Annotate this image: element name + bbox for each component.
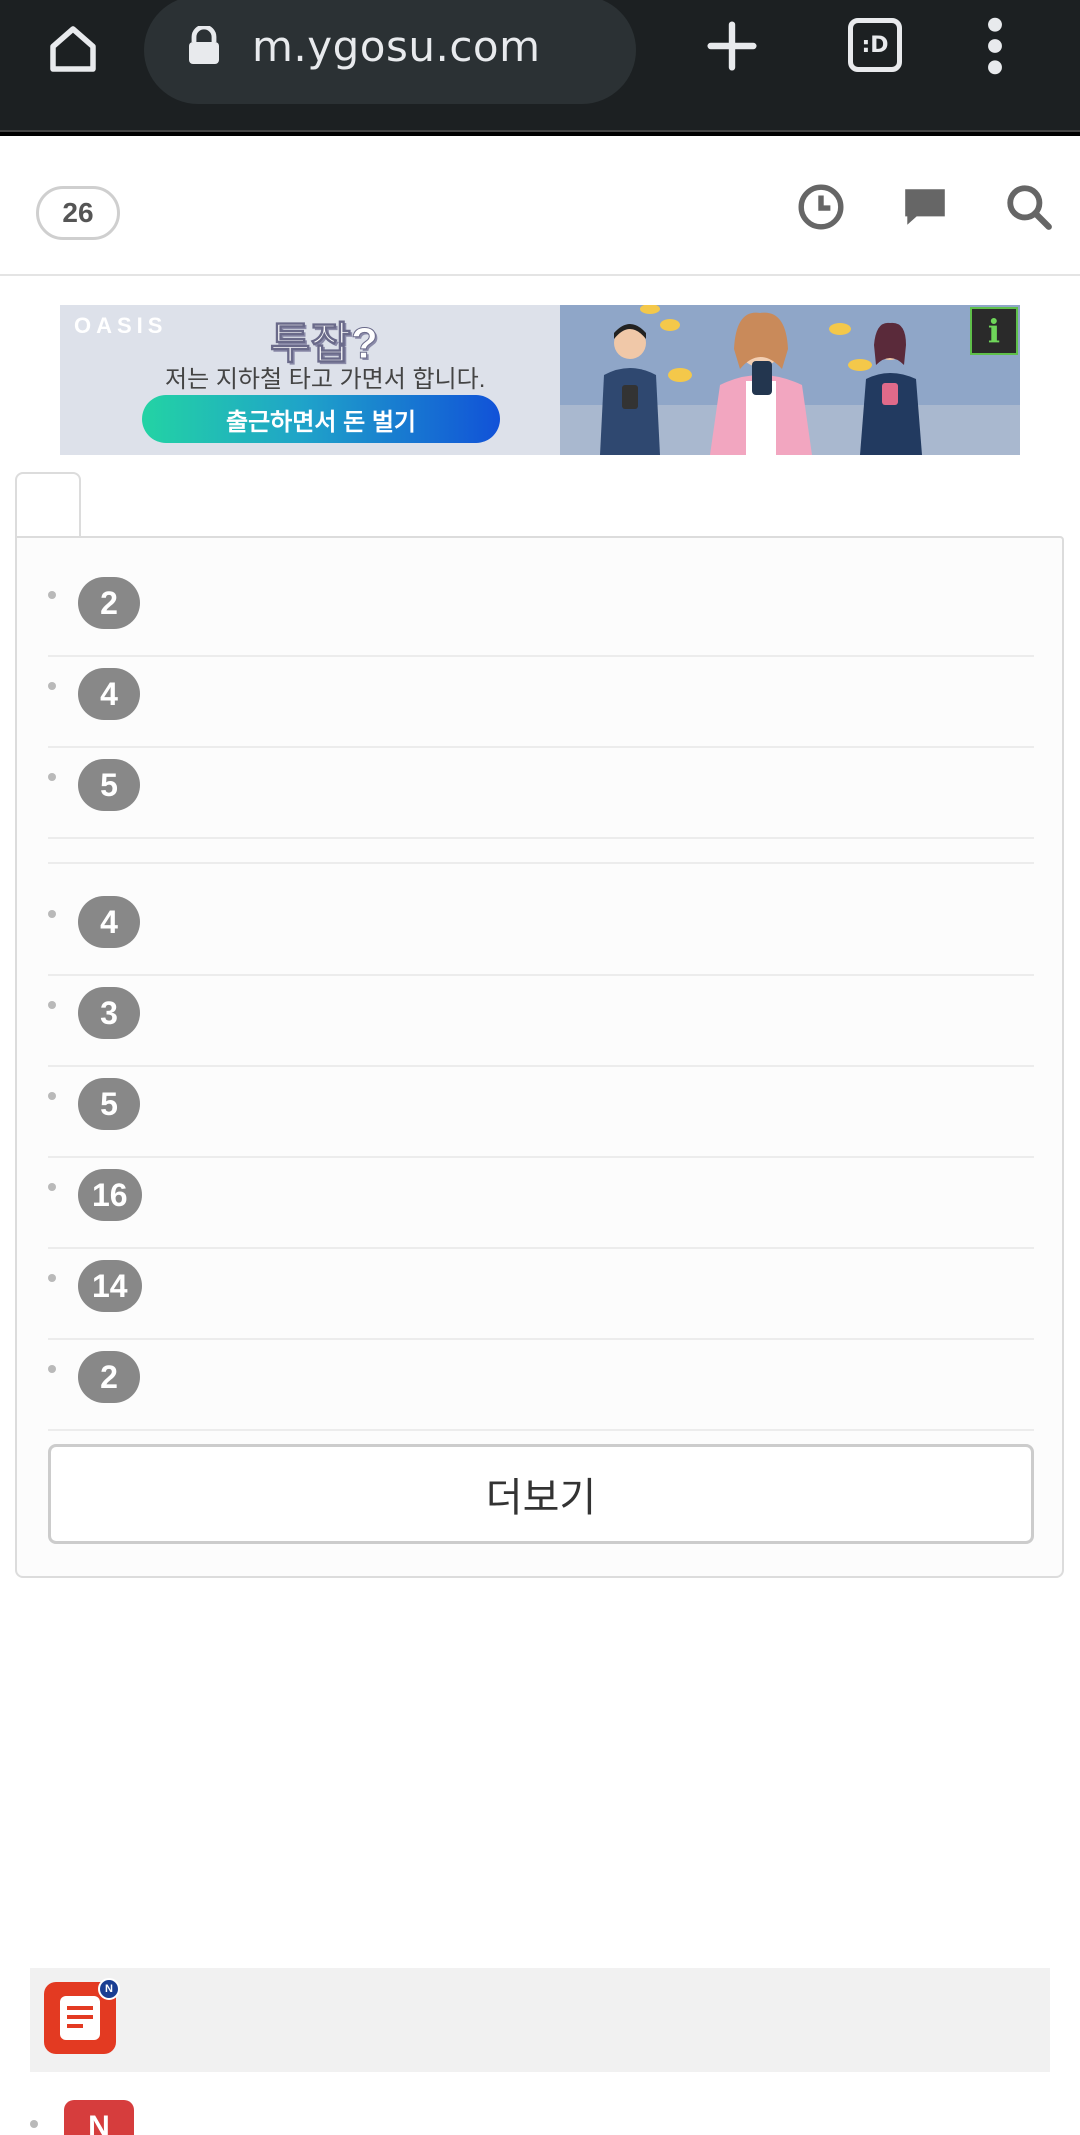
bullet [30,2120,38,2128]
panel-tab[interactable] [15,472,81,540]
bullet [48,1274,56,1282]
clock-icon[interactable] [796,182,846,232]
list-item[interactable]: 4 [48,658,1034,748]
list-item[interactable]: 2 [48,567,1034,657]
ad-brand: OASIS [74,313,168,338]
site-header: 26 [0,136,1080,276]
bullet [48,1001,56,1009]
list-separator [48,862,1034,864]
bullet [48,1092,56,1100]
news-icon[interactable]: N [44,1978,120,2054]
comment-count-badge: 5 [78,1078,140,1130]
browser-toolbar: m.ygosu.com :D [0,0,1080,136]
tab-switcher-button[interactable]: :D [848,18,902,72]
bullet [48,682,56,690]
list-item[interactable]: 5 [48,1068,1034,1158]
comment-count-badge: 4 [78,668,140,720]
bullet [48,1183,56,1191]
ad-people-illustration [560,305,1020,455]
comment-count-badge: 14 [78,1260,142,1312]
comment-count-badge: 2 [78,1351,140,1403]
ad-cta-button[interactable]: 출근하면서 돈 벌기 [142,395,500,443]
comment-count-badge: 5 [78,759,140,811]
comment-count-badge: 3 [78,987,140,1039]
ad-info-icon[interactable]: i [970,307,1018,355]
ad-banner[interactable]: OASIS 투잡? 저는 지하철 타고 가면서 합니다. 출근하면서 돈 벌기 … [60,305,1020,455]
bullet [48,591,56,599]
lock-icon [189,26,219,64]
chat-icon[interactable] [900,182,950,232]
news-dot-badge: N [98,1978,120,2000]
list-item[interactable]: 3 [48,977,1034,1067]
comment-count-badge: 2 [78,577,140,629]
comment-count-badge: 4 [78,896,140,948]
bullet [48,1365,56,1373]
home-button[interactable] [38,14,108,84]
list-item[interactable]: 2 [48,1341,1034,1431]
new-badge: N [64,2100,134,2135]
ad-illustration [560,305,1020,455]
bullet [48,910,56,918]
list-item[interactable]: 16 [48,1159,1034,1249]
home-icon [50,26,96,72]
bullet [48,773,56,781]
more-menu-icon[interactable] [980,14,1010,78]
ad-subtitle: 저는 지하철 타고 가면서 합니다. [165,366,486,393]
search-icon[interactable] [1004,182,1054,232]
list-item[interactable]: 5 [48,749,1034,839]
list-item[interactable]: 14 [48,1250,1034,1340]
comment-count-badge: 16 [78,1169,142,1221]
more-button[interactable]: 더보기 [48,1444,1034,1544]
list-item[interactable]: 4 [48,886,1034,976]
new-tab-icon[interactable] [700,14,764,78]
news-bar[interactable]: N [30,1968,1050,2072]
url-text[interactable]: m.ygosu.com [252,22,541,71]
count-badge[interactable]: 26 [36,186,120,240]
